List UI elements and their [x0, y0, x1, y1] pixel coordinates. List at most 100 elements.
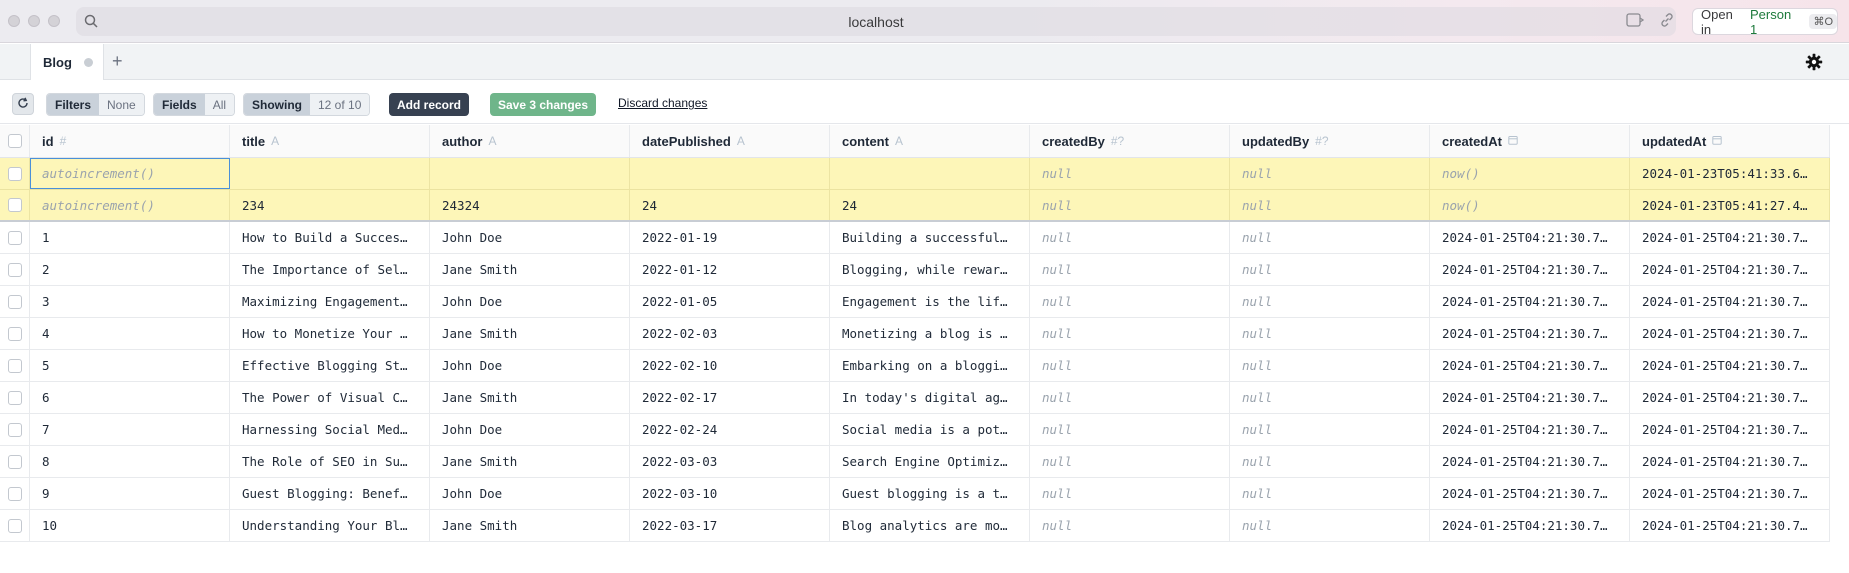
cell-updatedby[interactable]: null [1230, 318, 1430, 349]
cell-datepublished[interactable] [630, 158, 830, 189]
column-header-datepublished[interactable]: datePublished A [630, 125, 830, 157]
table-row[interactable]: 2 The Importance of Sel… Jane Smith 2022-01… [0, 254, 1830, 286]
cell-createdby[interactable]: null [1030, 318, 1230, 349]
cell-id[interactable]: 8 [30, 446, 230, 477]
cell-author[interactable]: John Doe [430, 414, 630, 445]
cell-datepublished[interactable]: 2022-01-12 [630, 254, 830, 285]
cell-content[interactable] [830, 158, 1030, 189]
cell-createdat[interactable]: 2024-01-25T04:21:30.7… [1430, 478, 1630, 509]
cell-createdby[interactable]: null [1030, 510, 1230, 541]
table-row[interactable]: 6 The Power of Visual C… Jane Smith 2022-02… [0, 382, 1830, 414]
cell-updatedat[interactable]: 2024-01-25T04:21:30.7… [1630, 350, 1830, 381]
reload-button[interactable] [12, 93, 34, 115]
address-bar[interactable]: localhost [76, 7, 1676, 36]
table-row[interactable]: 8 The Role of SEO in Su… Jane Smith 2022-03… [0, 446, 1830, 478]
cell-updatedby[interactable]: null [1230, 222, 1430, 253]
cell-datepublished[interactable]: 2022-03-17 [630, 510, 830, 541]
column-header-createdby[interactable]: createdBy #? [1030, 125, 1230, 157]
column-header-createdat[interactable]: createdAt [1430, 125, 1630, 157]
cell-updatedat[interactable]: 2024-01-25T04:21:30.7… [1630, 510, 1830, 541]
cell-content[interactable]: 24 [830, 190, 1030, 220]
cell-content[interactable]: Blog analytics are mo… [830, 510, 1030, 541]
row-checkbox[interactable] [7, 230, 22, 245]
cell-content[interactable]: Monetizing a blog is … [830, 318, 1030, 349]
cell-updatedat[interactable]: 2024-01-25T04:21:30.7… [1630, 286, 1830, 317]
cell-author[interactable] [430, 158, 630, 189]
table-row[interactable]: 1 How to Build a Succes… John Doe 2022-01-1… [0, 222, 1830, 254]
cell-updatedby[interactable]: null [1230, 254, 1430, 285]
row-checkbox[interactable] [7, 134, 22, 148]
cell-createdby[interactable]: null [1030, 254, 1230, 285]
cell-createdat[interactable]: 2024-01-25T04:21:30.7… [1430, 350, 1630, 381]
cell-content[interactable]: Engagement is the lif… [830, 286, 1030, 317]
cell-createdby[interactable]: null [1030, 414, 1230, 445]
cell-id[interactable]: autoincrement() [30, 158, 230, 189]
cell-createdby[interactable]: null [1030, 190, 1230, 220]
cell-updatedby[interactable]: null [1230, 382, 1430, 413]
table-row[interactable]: 9 Guest Blogging: Benef… John Doe 2022-03-1… [0, 478, 1830, 510]
cell-title[interactable]: Understanding Your Bl… [230, 510, 430, 541]
cell-updatedat[interactable]: 2024-01-25T04:21:30.7… [1630, 478, 1830, 509]
cell-createdby[interactable]: null [1030, 158, 1230, 189]
cell-datepublished[interactable]: 2022-03-03 [630, 446, 830, 477]
cell-content[interactable]: Blogging, while rewar… [830, 254, 1030, 285]
row-checkbox[interactable] [7, 198, 22, 212]
table-row[interactable]: 3 Maximizing Engagement… John Doe 2022-01-0… [0, 286, 1830, 318]
cell-updatedby[interactable]: null [1230, 446, 1430, 477]
cell-author[interactable]: John Doe [430, 350, 630, 381]
cell-title[interactable]: Effective Blogging St… [230, 350, 430, 381]
cell-title[interactable]: Maximizing Engagement… [230, 286, 430, 317]
cell-id[interactable]: 3 [30, 286, 230, 317]
column-header-content[interactable]: content A [830, 125, 1030, 157]
column-header-author[interactable]: author A [430, 125, 630, 157]
row-checkbox[interactable] [7, 518, 22, 533]
cell-createdat[interactable]: now() [1430, 158, 1630, 189]
cell-datepublished[interactable]: 2022-01-19 [630, 222, 830, 253]
row-checkbox[interactable] [7, 262, 22, 277]
cell-author[interactable]: Jane Smith [430, 510, 630, 541]
table-row[interactable]: 4 How to Monetize Your … Jane Smith 2022-02… [0, 318, 1830, 350]
cell-author[interactable]: Jane Smith [430, 318, 630, 349]
cell-updatedat[interactable]: 2024-01-25T04:21:30.7… [1630, 222, 1830, 253]
open-in-button[interactable]: Open in Person 1 ⌘O [1692, 7, 1838, 37]
column-header-title[interactable]: title A [230, 125, 430, 157]
cell-updatedat[interactable]: 2024-01-25T04:21:30.7… [1630, 414, 1830, 445]
zoom-window-button[interactable] [48, 15, 60, 27]
cell-id[interactable]: 4 [30, 318, 230, 349]
cell-id[interactable]: 6 [30, 382, 230, 413]
cell-title[interactable]: Harnessing Social Med… [230, 414, 430, 445]
cell-id[interactable]: 9 [30, 478, 230, 509]
cell-id[interactable]: 10 [30, 510, 230, 541]
cell-createdby[interactable]: null [1030, 350, 1230, 381]
cell-createdat[interactable]: 2024-01-25T04:21:30.7… [1430, 382, 1630, 413]
cell-createdat[interactable]: 2024-01-25T04:21:30.7… [1430, 318, 1630, 349]
cell-author[interactable]: Jane Smith [430, 254, 630, 285]
cell-datepublished[interactable]: 2022-02-24 [630, 414, 830, 445]
row-checkbox[interactable] [7, 390, 22, 405]
cell-updatedat[interactable]: 2024-01-25T04:21:30.7… [1630, 382, 1830, 413]
tab-blog[interactable]: Blog [30, 44, 104, 80]
cell-createdat[interactable]: 2024-01-25T04:21:30.7… [1430, 414, 1630, 445]
cell-createdat[interactable]: 2024-01-25T04:21:30.7… [1430, 446, 1630, 477]
row-checkbox[interactable] [7, 454, 22, 469]
cell-author[interactable]: John Doe [430, 222, 630, 253]
cell-datepublished[interactable]: 2022-02-10 [630, 350, 830, 381]
cell-updatedby[interactable]: null [1230, 158, 1430, 189]
cell-updatedby[interactable]: null [1230, 190, 1430, 220]
cell-author[interactable]: 24324 [430, 190, 630, 220]
cell-author[interactable]: John Doe [430, 478, 630, 509]
table-row[interactable]: 5 Effective Blogging St… John Doe 2022-02-1… [0, 350, 1830, 382]
fields-button[interactable]: Fields All [153, 93, 236, 116]
cell-updatedat[interactable]: 2024-01-25T04:21:30.7… [1630, 318, 1830, 349]
row-checkbox[interactable] [7, 294, 22, 309]
row-checkbox[interactable] [7, 422, 22, 437]
pending-row[interactable]: autoincrement() null null now() 2024-01-23T0… [0, 158, 1830, 190]
cell-updatedat[interactable]: 2024-01-25T04:21:30.7… [1630, 254, 1830, 285]
gear-icon[interactable] [1805, 53, 1823, 74]
cell-title[interactable]: The Importance of Sel… [230, 254, 430, 285]
cell-updatedby[interactable]: null [1230, 414, 1430, 445]
cell-title[interactable]: Guest Blogging: Benef… [230, 478, 430, 509]
cell-updatedat[interactable]: 2024-01-23T05:41:27.4… [1630, 190, 1830, 220]
cell-createdat[interactable]: now() [1430, 190, 1630, 220]
cell-content[interactable]: In today's digital ag… [830, 382, 1030, 413]
